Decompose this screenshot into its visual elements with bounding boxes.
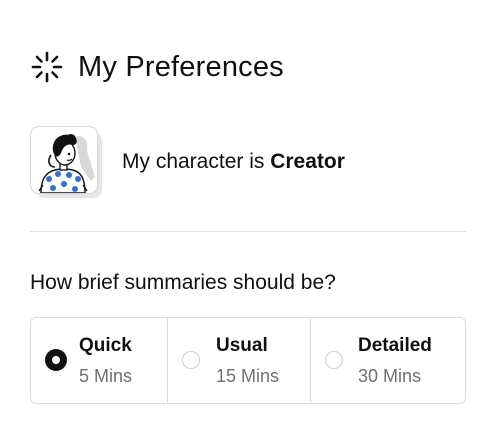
option-usual[interactable]: Usual 15 Mins: [167, 318, 310, 403]
option-quick[interactable]: Quick 5 Mins: [31, 318, 167, 403]
loader-icon: [31, 51, 63, 83]
page-header: My Preferences: [30, 50, 284, 84]
option-detailed[interactable]: Detailed 30 Mins: [310, 318, 465, 403]
character-description: My character is Creator: [122, 150, 345, 174]
character-name: Creator: [270, 150, 345, 173]
option-duration: 15 Mins: [216, 366, 280, 386]
summary-question: How brief summaries should be?: [30, 271, 336, 294]
character-prefix: My character is: [122, 150, 271, 173]
avatar: [30, 126, 102, 198]
summary-length-options: Quick 5 Mins Usual 15 Mins Detailed 30 M…: [30, 317, 466, 404]
radio-usual[interactable]: [182, 351, 200, 369]
divider: [30, 231, 466, 232]
option-label: Usual: [216, 335, 268, 356]
option-label: Detailed: [358, 335, 432, 356]
option-label: Quick: [79, 335, 132, 356]
character-row: My character is Creator: [30, 126, 345, 198]
creator-avatar-icon: [38, 134, 95, 193]
radio-quick[interactable]: [45, 349, 67, 371]
radio-detailed[interactable]: [325, 351, 343, 369]
option-duration: 30 Mins: [358, 366, 422, 386]
option-duration: 5 Mins: [79, 366, 133, 386]
page-title: My Preferences: [78, 50, 284, 83]
